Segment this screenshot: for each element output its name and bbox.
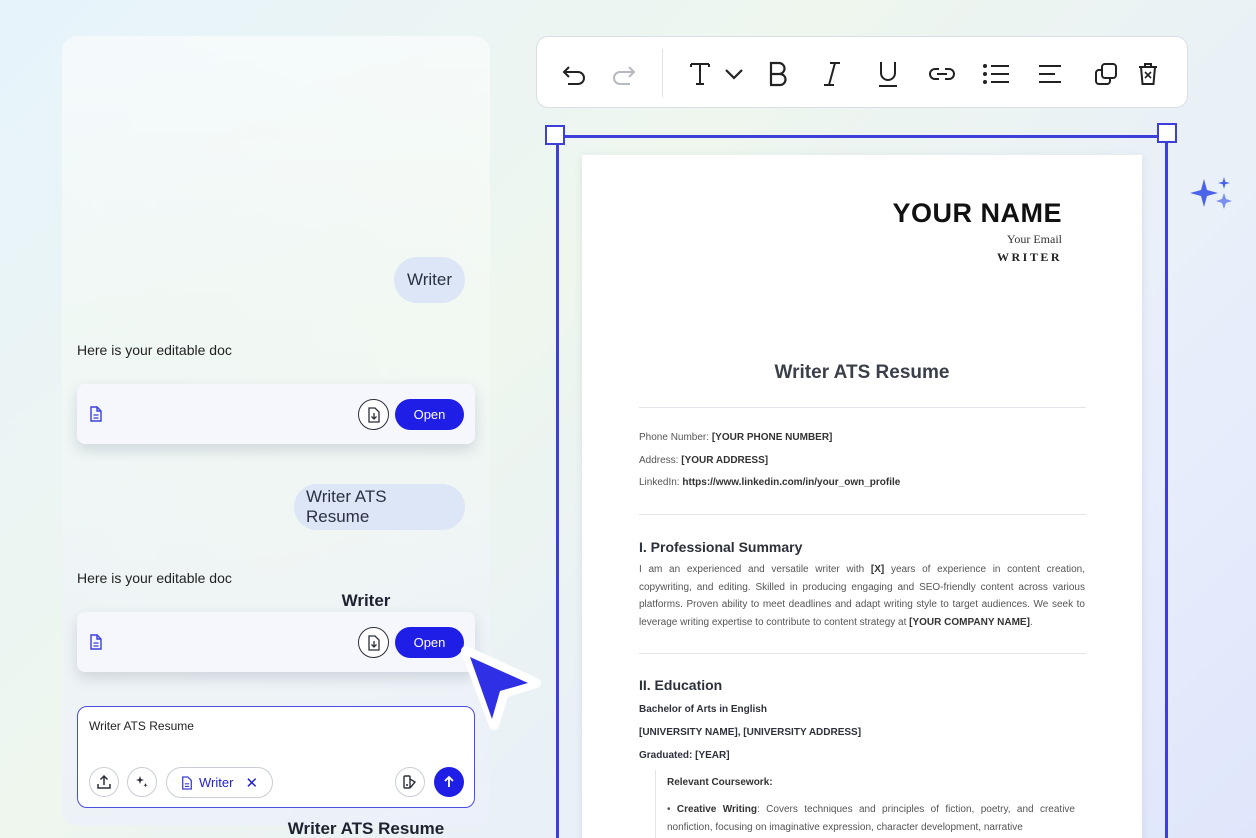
download-icon [367, 406, 380, 423]
text-style-icon[interactable] [685, 59, 715, 89]
chip-label: Writer [199, 775, 234, 790]
doc-card[interactable]: Writer ATS Resume Open [77, 612, 475, 838]
divider [639, 407, 1086, 408]
resume-email: Your Email [1006, 232, 1062, 246]
document-icon [182, 775, 192, 790]
divider [639, 514, 1086, 515]
sparkle-icon [136, 776, 148, 788]
delete-icon[interactable] [1133, 59, 1163, 89]
chat-panel: Writer Here is your editable doc Writer … [62, 36, 490, 838]
education-graduated: Graduated: [YEAR] [639, 750, 730, 761]
underline-icon[interactable] [873, 59, 903, 89]
user-message-text: Writer ATS Resume [306, 487, 387, 526]
italic-icon[interactable] [817, 59, 847, 89]
upload-icon [97, 774, 111, 789]
download-icon [367, 634, 380, 651]
user-message-bubble: Writer ATS Resume [294, 484, 465, 530]
ai-enhance-button[interactable] [127, 767, 157, 797]
doc-card[interactable]: Writer Open [77, 384, 475, 610]
resume-name: YOUR NAME [892, 198, 1062, 228]
theme-button[interactable] [395, 767, 425, 797]
bulleted-list-icon[interactable] [981, 59, 1011, 89]
editor-toolbar [536, 36, 1188, 108]
send-button[interactable] [434, 767, 464, 797]
sparkle-icon [1190, 177, 1232, 209]
align-left-icon[interactable] [1035, 59, 1065, 89]
resume-title: Writer ATS Resume [774, 362, 950, 383]
chat-composer[interactable]: Writer ATS Resume Writer ✕ [77, 706, 475, 808]
contact-phone: Phone Number: [YOUR PHONE NUMBER] [639, 432, 833, 443]
arrow-up-icon [444, 775, 454, 787]
summary-paragraph: I am an experienced and versatile writer… [639, 564, 1086, 628]
education-university: [UNIVERSITY NAME], [UNIVERSITY ADDRESS] [639, 727, 862, 738]
resize-handle-top-left[interactable] [545, 125, 565, 145]
writer-chip[interactable]: Writer ✕ [166, 767, 273, 798]
link-icon[interactable] [927, 59, 957, 89]
education-degree: Bachelor of Arts in English [639, 704, 767, 715]
contact-address: Address: [YOUR ADDRESS] [639, 455, 769, 466]
coursework-bar [655, 770, 656, 838]
download-button[interactable] [358, 627, 389, 658]
contact-linkedin: LinkedIn: https://www.linkedin.com/in/yo… [639, 477, 901, 488]
palette-icon [403, 775, 417, 789]
document-icon [89, 406, 103, 422]
document-icon [89, 634, 103, 650]
chat-input[interactable]: Writer ATS Resume [89, 719, 194, 733]
user-message-text: Writer [406, 270, 452, 289]
user-message-bubble: Writer [394, 257, 465, 303]
open-button[interactable]: Open [395, 627, 464, 658]
duplicate-icon[interactable] [1091, 59, 1121, 89]
coursework-item: • Creative Writing: Covers techniques an… [667, 804, 1075, 833]
divider [639, 653, 1086, 654]
bot-message-text: Here is your editable doc [77, 342, 232, 358]
coursework-heading: Relevant Coursework: [667, 777, 773, 788]
close-icon[interactable]: ✕ [245, 774, 258, 792]
resume-document[interactable]: YOUR NAME Your Email WRITER Writer ATS R… [582, 155, 1142, 838]
open-button[interactable]: Open [395, 399, 464, 430]
download-button[interactable] [358, 399, 389, 430]
redo-icon[interactable] [609, 59, 639, 89]
section-heading-summary: I. Professional Summary [639, 539, 803, 555]
bot-message-text: Here is your editable doc [77, 570, 232, 586]
bold-icon[interactable] [763, 59, 793, 89]
chevron-down-icon[interactable] [719, 59, 749, 89]
resize-handle-top-right[interactable] [1157, 123, 1177, 143]
resume-role: WRITER [996, 250, 1062, 264]
mouse-cursor-icon [461, 646, 541, 730]
upload-button[interactable] [89, 767, 119, 797]
toolbar-separator [662, 49, 663, 97]
undo-icon[interactable] [559, 59, 589, 89]
section-heading-education: II. Education [639, 677, 723, 693]
